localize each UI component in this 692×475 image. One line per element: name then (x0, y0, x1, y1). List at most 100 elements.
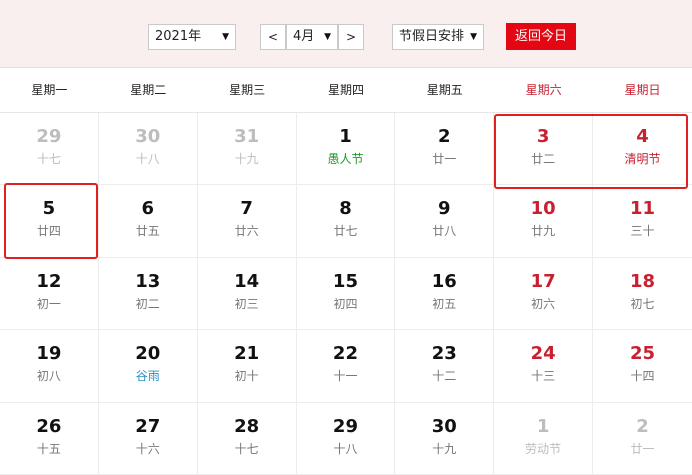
day-number: 3 (536, 126, 550, 147)
day-cell[interactable]: 7 廿六 (198, 185, 297, 257)
day-number: 28 (234, 415, 260, 437)
day-number: 23 (431, 343, 457, 365)
day-cell[interactable]: 25 十四 (593, 330, 692, 401)
day-cell[interactable]: 1 愚人节 (297, 113, 396, 185)
day-number: 17 (530, 270, 556, 292)
day-number: 8 (339, 198, 352, 220)
day-cell[interactable]: 14 初三 (198, 257, 297, 330)
weekday-label: 星期二 (130, 83, 167, 97)
lunar-date-label: 廿二 (531, 152, 556, 166)
day-number: 1 (536, 415, 550, 437)
day-cell[interactable]: 20 谷雨 (99, 330, 198, 402)
holiday-select[interactable]: 节假日安排 ▼ (392, 24, 484, 50)
day-number: 26 (36, 415, 62, 437)
day-cell[interactable]: 3 廿二 (494, 113, 594, 185)
calendar-week-row: 29 十七 30 十八 31 十九 1 愚人节 2 廿一 3 廿二 4 清明节 (0, 113, 692, 186)
day-number: 18 (629, 270, 656, 292)
day-number: 15 (332, 270, 358, 292)
month-select-value: 4月 (293, 29, 315, 44)
lunar-date-label: 廿五 (135, 224, 160, 239)
day-cell[interactable]: 13 初二 (99, 257, 198, 330)
calendar-week-row: 26 十五 27 十六 28 十七 29 十八 30 十九 1 劳动节 2 廿一 (0, 402, 692, 475)
day-number: 1 (339, 126, 352, 147)
lunar-date-label: 十七 (36, 152, 61, 166)
lunar-date-label: 初四 (333, 296, 358, 311)
day-cell[interactable]: 29 十八 (297, 402, 396, 474)
day-cell[interactable]: 29 十七 (0, 113, 99, 185)
day-number: 30 (431, 415, 457, 437)
day-number: 2 (438, 126, 451, 147)
day-cell[interactable]: 2 廿一 (593, 403, 692, 474)
chevron-down-icon: ▼ (324, 32, 331, 42)
day-cell[interactable]: 15 初四 (297, 257, 396, 330)
day-number: 11 (629, 198, 656, 220)
day-cell[interactable]: 16 初五 (395, 257, 495, 330)
lunar-date-label: 初三 (234, 296, 259, 311)
day-cell[interactable]: 1 劳动节 (494, 402, 594, 474)
lunar-date-label: 十一 (333, 369, 358, 384)
day-number: 20 (135, 343, 161, 365)
day-number: 16 (431, 270, 457, 292)
month-select[interactable]: 4月 ▼ (286, 24, 338, 50)
day-cell[interactable]: 30 十八 (99, 113, 198, 185)
year-select[interactable]: 2021年 ▼ (148, 24, 236, 50)
prev-month-button[interactable]: < (260, 24, 286, 50)
lunar-date-label: 初七 (630, 296, 655, 311)
lunar-date-label: 十九 (234, 152, 259, 166)
lunar-date-label: 十七 (234, 441, 259, 456)
day-number: 9 (438, 198, 451, 220)
day-number: 27 (135, 415, 161, 437)
day-number: 25 (629, 343, 656, 365)
lunar-date-label: 初八 (36, 369, 61, 384)
day-cell[interactable]: 30 十九 (395, 402, 495, 474)
day-cell[interactable]: 17 初六 (494, 257, 594, 330)
day-number: 29 (332, 415, 358, 437)
day-cell[interactable]: 11 三十 (593, 185, 692, 256)
day-number: 4 (636, 126, 649, 147)
day-cell[interactable]: 8 廿七 (297, 185, 396, 257)
weekday-label: 星期六 (525, 83, 562, 97)
lunar-date-label: 初二 (135, 296, 160, 311)
day-cell[interactable]: 12 初一 (0, 257, 99, 330)
day-cell[interactable]: 4 清明节 (593, 113, 692, 184)
day-number: 29 (36, 126, 62, 147)
day-cell[interactable]: 5 廿四 (0, 185, 99, 257)
day-number: 2 (636, 415, 649, 437)
chevron-down-icon: ▼ (470, 32, 477, 42)
day-cell[interactable]: 22 十一 (297, 330, 396, 402)
lunar-date-label: 十二 (432, 369, 457, 384)
day-cell[interactable]: 18 初七 (593, 258, 692, 329)
calendar-weeks: 29 十七 30 十八 31 十九 1 愚人节 2 廿一 3 廿二 4 清明节 5 廿四 6 廿五 7 廿六 8 廿七 9 廿… (0, 113, 692, 475)
lunar-date-label: 初十 (234, 369, 259, 384)
day-number: 10 (530, 198, 556, 220)
day-cell[interactable]: 2 廿一 (395, 113, 495, 185)
next-month-button[interactable]: > (338, 24, 364, 50)
day-cell[interactable]: 6 廿五 (99, 185, 198, 257)
day-number: 24 (530, 343, 556, 365)
lunar-date-label: 十九 (432, 441, 457, 456)
day-cell[interactable]: 23 十二 (395, 330, 495, 402)
lunar-date-label: 廿七 (333, 224, 358, 239)
lunar-date-label: 十六 (135, 441, 160, 456)
lunar-date-label: 十八 (333, 441, 358, 456)
day-number: 22 (332, 343, 358, 365)
lunar-date-label: 谷雨 (135, 369, 160, 384)
return-today-button[interactable]: 返回今日 (506, 23, 576, 50)
lunar-date-label: 初一 (36, 296, 61, 311)
day-cell[interactable]: 31 十九 (198, 113, 297, 185)
day-cell[interactable]: 28 十七 (198, 402, 297, 474)
day-cell[interactable]: 24 十三 (494, 330, 594, 402)
day-number: 5 (42, 198, 56, 220)
weekday-label: 星期一 (31, 83, 68, 97)
calendar-toolbar: 2021年 ▼ < 4月 ▼ > 节假日安排 ▼ 返回今日 (0, 0, 692, 68)
day-cell[interactable]: 21 初十 (198, 330, 297, 402)
day-cell[interactable]: 19 初八 (0, 330, 99, 402)
day-cell[interactable]: 26 十五 (0, 402, 99, 474)
calendar-week-row: 12 初一 13 初二 14 初三 15 初四 16 初五 17 初六 18 初七 (0, 257, 692, 331)
day-cell[interactable]: 27 十六 (99, 402, 198, 474)
day-cell[interactable]: 9 廿八 (395, 185, 495, 257)
day-cell[interactable]: 10 廿九 (494, 185, 594, 257)
lunar-date-label: 廿九 (531, 224, 556, 239)
lunar-date-label: 初五 (432, 296, 457, 311)
lunar-date-label: 愚人节 (327, 152, 364, 166)
